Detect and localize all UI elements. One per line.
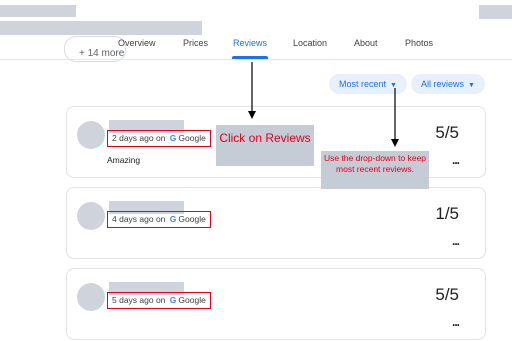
arrow-to-reviews-head — [248, 111, 256, 119]
annotation-arrows — [248, 62, 399, 147]
arrow-to-dropdown-head — [391, 139, 399, 147]
